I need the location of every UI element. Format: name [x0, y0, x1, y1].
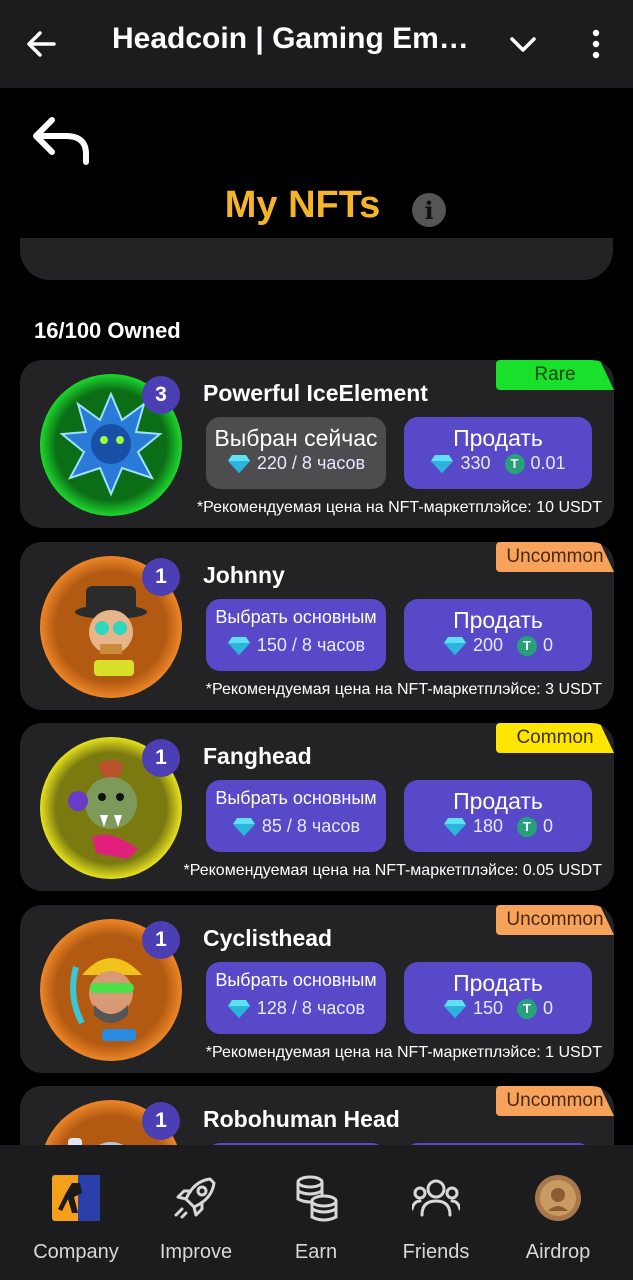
sell-button[interactable]: Продать 150 T 0: [404, 962, 592, 1034]
recommended-price: *Рекомендуемая цена на NFT-маркетплэйсе:…: [205, 1044, 602, 1061]
sell-button[interactable]: Продать 180 T 0: [404, 780, 592, 852]
select-main-button[interactable]: Выбрать основным 128 / 8 часов: [206, 962, 386, 1034]
tab-company[interactable]: Company: [16, 1173, 136, 1273]
level-badge: 1: [142, 558, 180, 596]
level-badge: 1: [142, 921, 180, 959]
page-title: My NFTs: [224, 184, 381, 226]
coin-icon: [535, 1175, 581, 1221]
diamond-icon: [431, 454, 454, 473]
usdt-icon: T: [517, 816, 538, 837]
rarity-badge: Common: [496, 723, 614, 753]
return-arrow-icon[interactable]: [30, 114, 94, 166]
nft-name: Powerful IceElement: [203, 380, 428, 406]
rarity-badge: Rare: [496, 360, 614, 390]
friends-icon: [412, 1179, 460, 1217]
nft-card: Uncommon 1 Johnny Выбрать основным 150 /…: [20, 542, 614, 710]
select-main-button[interactable]: Выбрать основным 85 / 8 часов: [206, 780, 386, 852]
recommended-price: *Рекомендуемая цена на NFT-маркетплэйсе:…: [196, 499, 602, 516]
nft-name: Fanghead: [203, 743, 312, 769]
window-title: Headcoin | Gaming Em…: [112, 22, 469, 55]
app-content: My NFTs i 16/100 Owned Rare 3 Powerful I…: [0, 88, 633, 1145]
nft-card: Uncommon 1 Cyclisthead Выбрать основным …: [20, 905, 614, 1073]
rarity-badge: Uncommon: [496, 1086, 614, 1116]
tab-friends[interactable]: Friends: [376, 1173, 496, 1273]
more-menu-icon[interactable]: [584, 26, 608, 62]
level-badge: 3: [142, 376, 180, 414]
tab-improve[interactable]: Improve: [136, 1173, 256, 1273]
coins-stack-icon: [296, 1175, 338, 1222]
rarity-badge: Uncommon: [496, 542, 614, 572]
bottom-tab-bar: Company Improve Earn Friends Airdrop: [0, 1145, 633, 1280]
nft-card: Common 1 Fanghead Выбрать основным 85 / …: [20, 723, 614, 891]
diamond-icon: [227, 454, 250, 473]
nft-card: Rare 3 Powerful IceElement Выбран сейчас…: [20, 360, 614, 528]
tab-earn[interactable]: Earn: [256, 1173, 376, 1273]
chevron-down-icon[interactable]: [506, 30, 540, 60]
diamond-icon: [227, 636, 250, 655]
level-badge: 1: [142, 1102, 180, 1140]
nft-name: Robohuman Head: [203, 1106, 400, 1132]
usdt-icon: T: [517, 998, 538, 1019]
diamond-icon: [443, 636, 466, 655]
back-arrow-icon[interactable]: [24, 26, 60, 62]
diamond-icon: [232, 817, 255, 836]
browser-top-bar: Headcoin | Gaming Em…: [0, 0, 633, 88]
recommended-price: *Рекомендуемая цена на NFT-маркетплэйсе:…: [183, 862, 602, 879]
nft-name: Johnny: [203, 562, 285, 588]
nft-name: Cyclisthead: [203, 925, 333, 951]
sell-button[interactable]: Продать 330 T 0.01: [404, 417, 592, 489]
sell-button[interactable]: Продать 200 T 0: [404, 599, 592, 671]
diamond-icon: [443, 817, 466, 836]
level-badge: 1: [142, 739, 180, 777]
select-main-button[interactable]: Выбрать основным 150 / 8 часов: [206, 599, 386, 671]
tab-airdrop[interactable]: Airdrop: [498, 1173, 618, 1273]
usdt-icon: T: [504, 453, 525, 474]
rocket-icon: [174, 1177, 216, 1219]
rarity-badge: Uncommon: [496, 905, 614, 935]
info-icon[interactable]: i: [412, 193, 446, 227]
diamond-icon: [443, 999, 466, 1018]
diamond-icon: [227, 999, 250, 1018]
nft-card: Uncommon 1 Robohuman Head: [20, 1086, 614, 1145]
company-icon: [52, 1175, 100, 1221]
collapsed-panel: [20, 238, 613, 280]
recommended-price: *Рекомендуемая цена на NFT-маркетплэйсе:…: [205, 681, 602, 698]
owned-count: 16/100 Owned: [34, 318, 181, 343]
selected-button[interactable]: Выбран сейчас 220 / 8 часов: [206, 417, 386, 489]
usdt-icon: T: [517, 635, 538, 656]
